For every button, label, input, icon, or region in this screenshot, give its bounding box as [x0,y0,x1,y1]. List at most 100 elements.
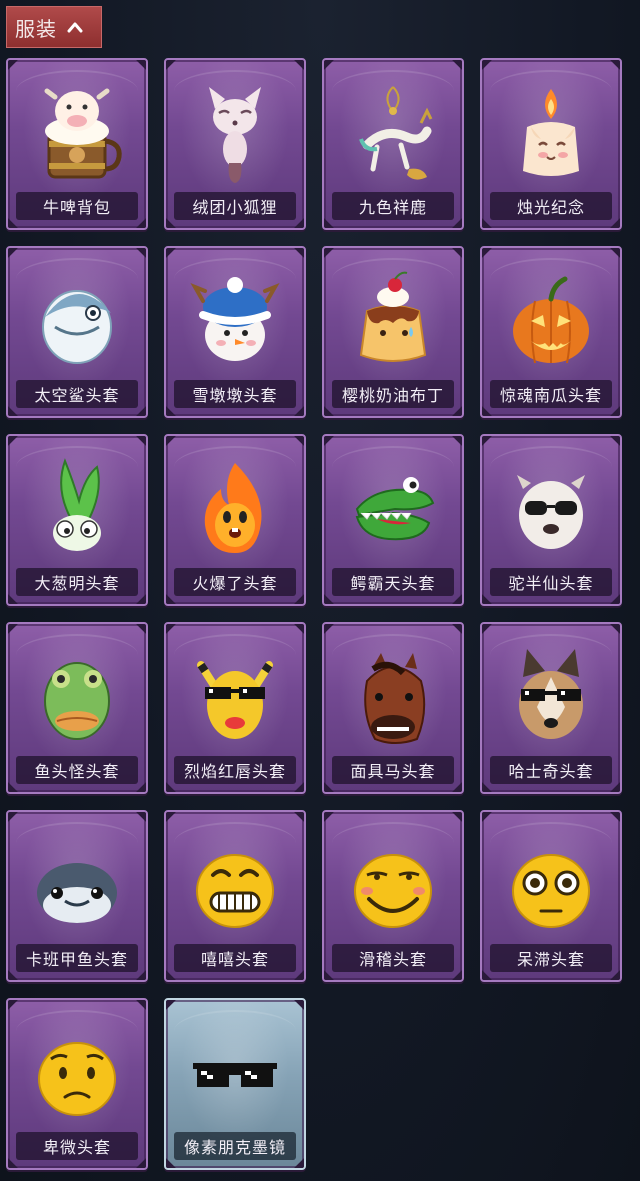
item-card[interactable]: 嘻嘻头套 [164,810,306,982]
item-card[interactable]: 烈焰红唇头套 [164,622,306,794]
item-card[interactable]: 惊魂南瓜头套 [480,246,622,418]
item-card[interactable]: 滑稽头套 [322,810,464,982]
item-name-bar: 像素朋克墨镜 [174,1132,296,1160]
card-corner-ornament [136,970,146,980]
item-card[interactable]: 雪墩墩头套 [164,246,306,418]
card-corner-ornament [166,594,176,604]
item-name-bar: 烈焰红唇头套 [174,756,296,784]
item-art [166,1014,304,1132]
item-art [8,74,146,192]
item-name: 驼半仙头套 [508,574,594,593]
card-corner-ornament [166,60,176,70]
item-name: 滑稽头套 [358,950,427,969]
card-corner-ornament [136,436,146,446]
card-corner-ornament [8,1000,18,1010]
wardrobe-screen: 服装 牛啤背包 绒团小狐狸 九色祥鹿 烛光纪念 太空鲨头套 雪墩墩头套 樱桃奶油… [0,0,640,1181]
card-corner-ornament [136,812,146,822]
item-card[interactable]: 哈士奇头套 [480,622,622,794]
item-art [482,638,620,756]
item-art [324,262,462,380]
card-corner-ornament [166,406,176,416]
item-card[interactable]: 牛啤背包 [6,58,148,230]
card-corner-ornament [8,970,18,980]
card-corner-ornament [610,406,620,416]
item-card[interactable]: 卡班甲鱼头套 [6,810,148,982]
card-corner-ornament [166,1158,176,1168]
item-card[interactable]: 像素朋克墨镜 [164,998,306,1170]
item-name-bar: 樱桃奶油布丁 [332,380,454,408]
card-corner-ornament [294,594,304,604]
card-corner-ornament [452,624,462,634]
item-name-bar: 面具马头套 [332,756,454,784]
card-corner-ornament [294,248,304,258]
card-corner-ornament [166,218,176,228]
card-corner-ornament [452,436,462,446]
card-corner-ornament [8,594,18,604]
item-name-bar: 哈士奇头套 [490,756,612,784]
card-corner-ornament [610,782,620,792]
card-corner-ornament [294,218,304,228]
card-corner-ornament [294,436,304,446]
shark-helmet-icon [42,290,112,364]
card-corner-ornament [452,812,462,822]
stare-emoji-icon [512,854,590,928]
item-card[interactable]: 鱼头怪头套 [6,622,148,794]
card-corner-ornament [136,406,146,416]
card-corner-ornament [294,624,304,634]
item-name: 火爆了头套 [192,574,278,593]
card-corner-ornament [324,60,334,70]
item-name: 绒团小狐狸 [192,198,278,217]
item-card[interactable]: 大葱明头套 [6,434,148,606]
card-corner-ornament [8,624,18,634]
item-card[interactable]: 火爆了头套 [164,434,306,606]
card-corner-ornament [8,218,18,228]
item-card[interactable]: 驼半仙头套 [480,434,622,606]
card-corner-ornament [324,248,334,258]
card-corner-ornament [8,248,18,258]
item-name-bar: 嘻嘻头套 [174,944,296,972]
crocodile-helmet-icon [355,477,435,541]
item-card[interactable]: 呆滞头套 [480,810,622,982]
item-card[interactable]: 卑微头套 [6,998,148,1170]
item-card[interactable]: 绒团小狐狸 [164,58,306,230]
card-corner-ornament [166,970,176,980]
item-name: 面具马头套 [350,762,436,781]
card-corner-ornament [294,970,304,980]
item-name: 牛啤背包 [42,198,111,217]
item-card[interactable]: 面具马头套 [322,622,464,794]
item-name-bar: 鱼头怪头套 [16,756,138,784]
pixel-sunglasses-icon [193,1063,277,1087]
card-corner-ornament [166,812,176,822]
item-name: 鳄霸天头套 [350,574,436,593]
item-card[interactable]: 太空鲨头套 [6,246,148,418]
card-corner-ornament [482,782,492,792]
item-card[interactable]: 鳄霸天头套 [322,434,464,606]
card-corner-ornament [482,812,492,822]
item-name: 像素朋克墨镜 [183,1138,286,1157]
card-corner-ornament [136,218,146,228]
card-corner-ornament [482,970,492,980]
item-card[interactable]: 烛光纪念 [480,58,622,230]
item-name: 烈焰红唇头套 [183,762,286,781]
card-corner-ornament [610,60,620,70]
card-corner-ornament [610,970,620,980]
category-toggle[interactable]: 服装 [6,6,102,48]
item-name-bar: 太空鲨头套 [16,380,138,408]
item-art [8,450,146,568]
card-corner-ornament [294,1000,304,1010]
item-card[interactable]: 九色祥鹿 [322,58,464,230]
item-art [482,826,620,944]
item-art [8,638,146,756]
horse-mask-icon [364,653,426,744]
item-card[interactable]: 樱桃奶油布丁 [322,246,464,418]
item-name-bar: 大葱明头套 [16,568,138,596]
scallion-helmet-icon [53,458,101,551]
item-name-bar: 滑稽头套 [332,944,454,972]
chevron-up-icon [67,22,83,33]
item-art [8,826,146,944]
card-corner-ornament [610,436,620,446]
item-name: 雪墩墩头套 [192,386,278,405]
category-title: 服装 [15,16,57,41]
item-name: 烛光纪念 [516,198,585,217]
card-corner-ornament [324,436,334,446]
